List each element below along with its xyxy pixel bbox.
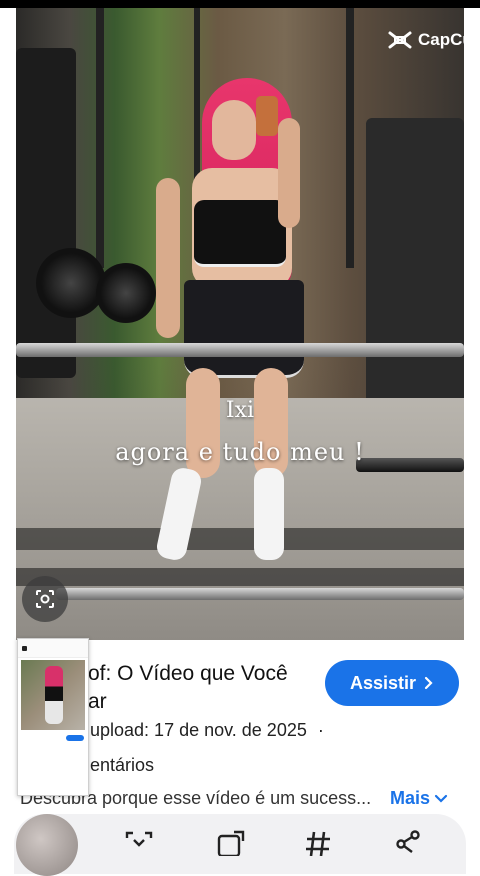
weight-plate [96,263,156,323]
share-button[interactable] [394,830,422,861]
person-top [194,200,286,267]
remix-button[interactable] [216,830,246,861]
window-frame [96,8,104,268]
thumbnail-header [18,639,88,658]
capcut-logo: CapCut [388,30,464,50]
floor-shadow [16,528,464,550]
screenshot-thumbnail[interactable] [17,638,89,796]
person-skirt [184,280,304,378]
more-button[interactable]: Mais [390,788,448,809]
hashtag-icon [306,831,330,857]
hashtag-button[interactable] [304,830,332,861]
gym-machine [366,118,464,418]
remix-icon [217,830,245,858]
upload-date: upload: 17 de nov. de 2025 · [90,720,324,741]
lens-search-button[interactable] [22,576,68,622]
barbell [56,588,464,600]
capcut-logo-icon [388,31,412,49]
upload-separator: · [317,720,324,740]
window-frame [346,8,354,268]
video-title[interactable]: of: O Vídeo que Você ar [88,660,318,716]
floor-shadow [16,568,464,586]
thumbnail-button [66,735,84,741]
capcut-logo-text: CapCut [418,30,464,49]
watch-button[interactable]: Assistir [325,660,459,706]
chevron-right-icon [424,676,433,690]
video-player[interactable]: CapCut Ixi agora e tudo meu ! [16,8,464,640]
more-button-label: Mais [390,788,431,808]
video-caption-2: agora e tudo meu ! [115,438,365,466]
video-caption-1: Ixi [225,398,255,423]
watch-button-label: Assistir [349,672,417,693]
thumbnail-image [21,660,85,730]
top-status-strip [0,0,480,8]
comments-link[interactable]: entários [90,755,154,776]
gym-machine [16,48,76,378]
person-arm [278,118,300,228]
upload-date-text: upload: 17 de nov. de 2025 [90,720,307,740]
share-icon [396,830,420,853]
channel-avatar[interactable] [16,814,78,876]
thumbnail-figure [45,666,63,724]
lens-icon [36,590,54,608]
weight-plate [36,248,106,318]
person-face [212,100,256,160]
thumbnail-app-icon [22,645,27,651]
download-icon [125,831,153,847]
person-sock [254,468,284,560]
phone-prop [256,96,278,136]
person-arm [156,178,180,338]
gym-floor [16,398,464,640]
download-button[interactable] [124,830,154,861]
barbell [16,343,464,357]
chevron-down-icon [434,794,448,803]
